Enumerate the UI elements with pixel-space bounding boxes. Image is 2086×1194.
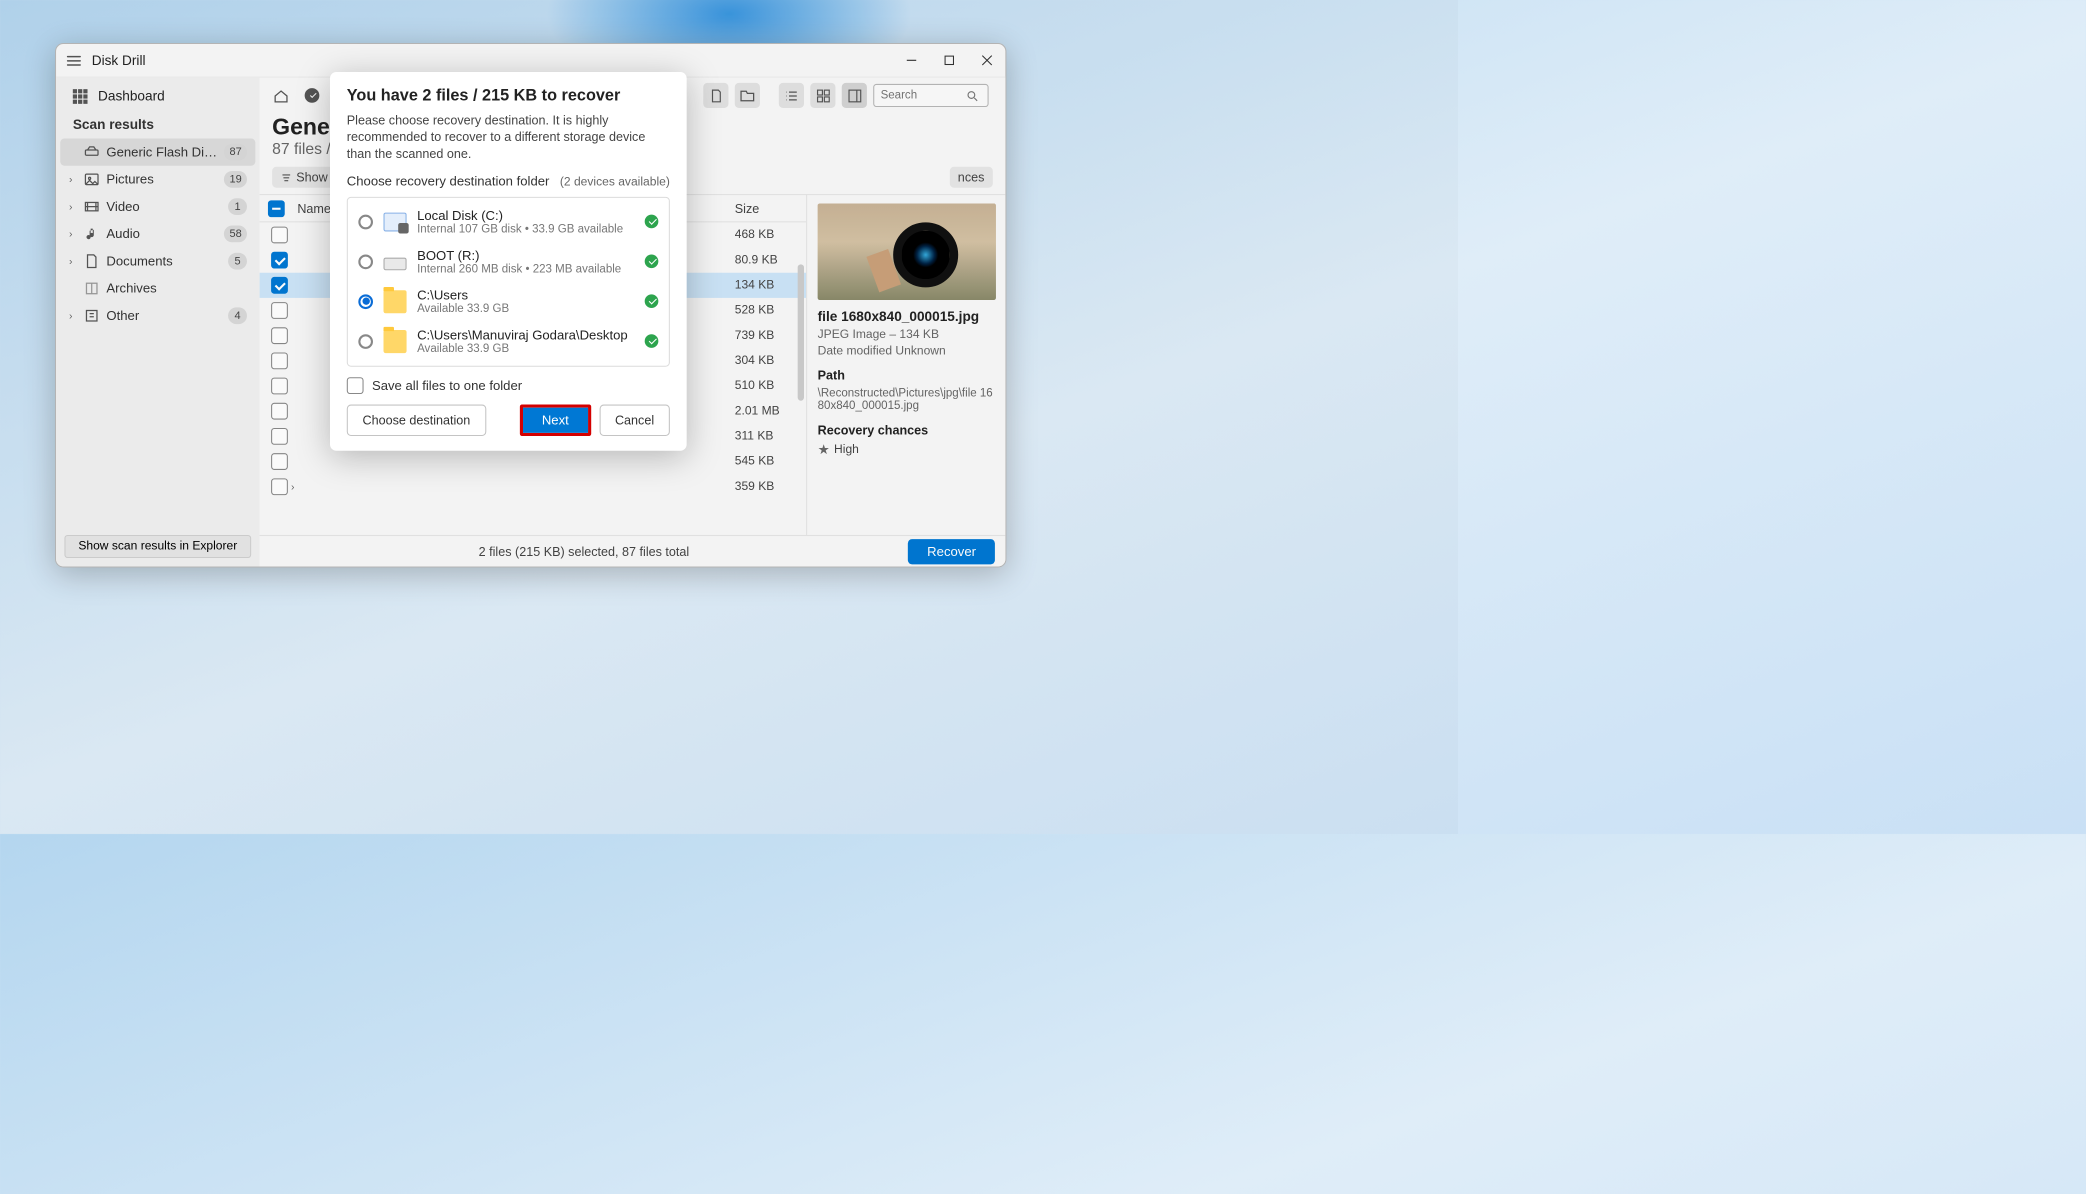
save-all-option[interactable]: Save all files to one folder — [347, 377, 670, 394]
next-button-highlight: Next — [520, 404, 591, 435]
save-all-label: Save all files to one folder — [372, 378, 522, 393]
destination-radio[interactable] — [358, 294, 373, 309]
modal-description: Please choose recovery destination. It i… — [347, 112, 670, 163]
recovery-destination-modal: You have 2 files / 215 KB to recover Ple… — [330, 72, 687, 450]
destination-sub: Available 33.9 GB — [417, 342, 634, 355]
ok-badge-icon — [645, 255, 659, 269]
destination-list: Local Disk (C:)Internal 107 GB disk • 33… — [347, 196, 670, 366]
destination-option[interactable]: C:\Users\Manuviraj Godara\DesktopAvailab… — [348, 321, 669, 361]
save-all-checkbox[interactable] — [347, 377, 364, 394]
ok-badge-icon — [645, 294, 659, 308]
destination-sub: Internal 107 GB disk • 33.9 GB available — [417, 223, 634, 236]
cdisk-icon — [383, 212, 406, 231]
folder-icon — [383, 330, 406, 353]
destination-radio[interactable] — [358, 254, 373, 269]
choose-destination-button[interactable]: Choose destination — [347, 404, 486, 435]
destination-option[interactable]: Local Disk (C:)Internal 107 GB disk • 33… — [348, 202, 669, 242]
modal-title: You have 2 files / 215 KB to recover — [347, 87, 670, 106]
disk-icon — [383, 258, 406, 271]
destination-name: C:\Users — [417, 288, 634, 303]
next-button[interactable]: Next — [523, 407, 588, 432]
ok-badge-icon — [645, 215, 659, 229]
destination-option[interactable]: C:\UsersAvailable 33.9 GB — [348, 281, 669, 321]
destination-option[interactable]: BOOT (R:)Internal 260 MB disk • 223 MB a… — [348, 241, 669, 281]
destination-sub: Internal 260 MB disk • 223 MB available — [417, 262, 634, 275]
destination-name: Local Disk (C:) — [417, 208, 634, 223]
cancel-button[interactable]: Cancel — [599, 404, 670, 435]
choose-folder-label: Choose recovery destination folder — [347, 173, 550, 188]
destination-sub: Available 33.9 GB — [417, 302, 634, 315]
folder-icon — [383, 290, 406, 313]
destination-name: C:\Users\Manuviraj Godara\Desktop — [417, 327, 634, 342]
devices-available-hint: (2 devices available) — [560, 175, 670, 188]
modal-overlay — [0, 0, 1458, 834]
destination-radio[interactable] — [358, 214, 373, 229]
destination-radio[interactable] — [358, 334, 373, 349]
destination-name: BOOT (R:) — [417, 248, 634, 263]
ok-badge-icon — [645, 334, 659, 348]
